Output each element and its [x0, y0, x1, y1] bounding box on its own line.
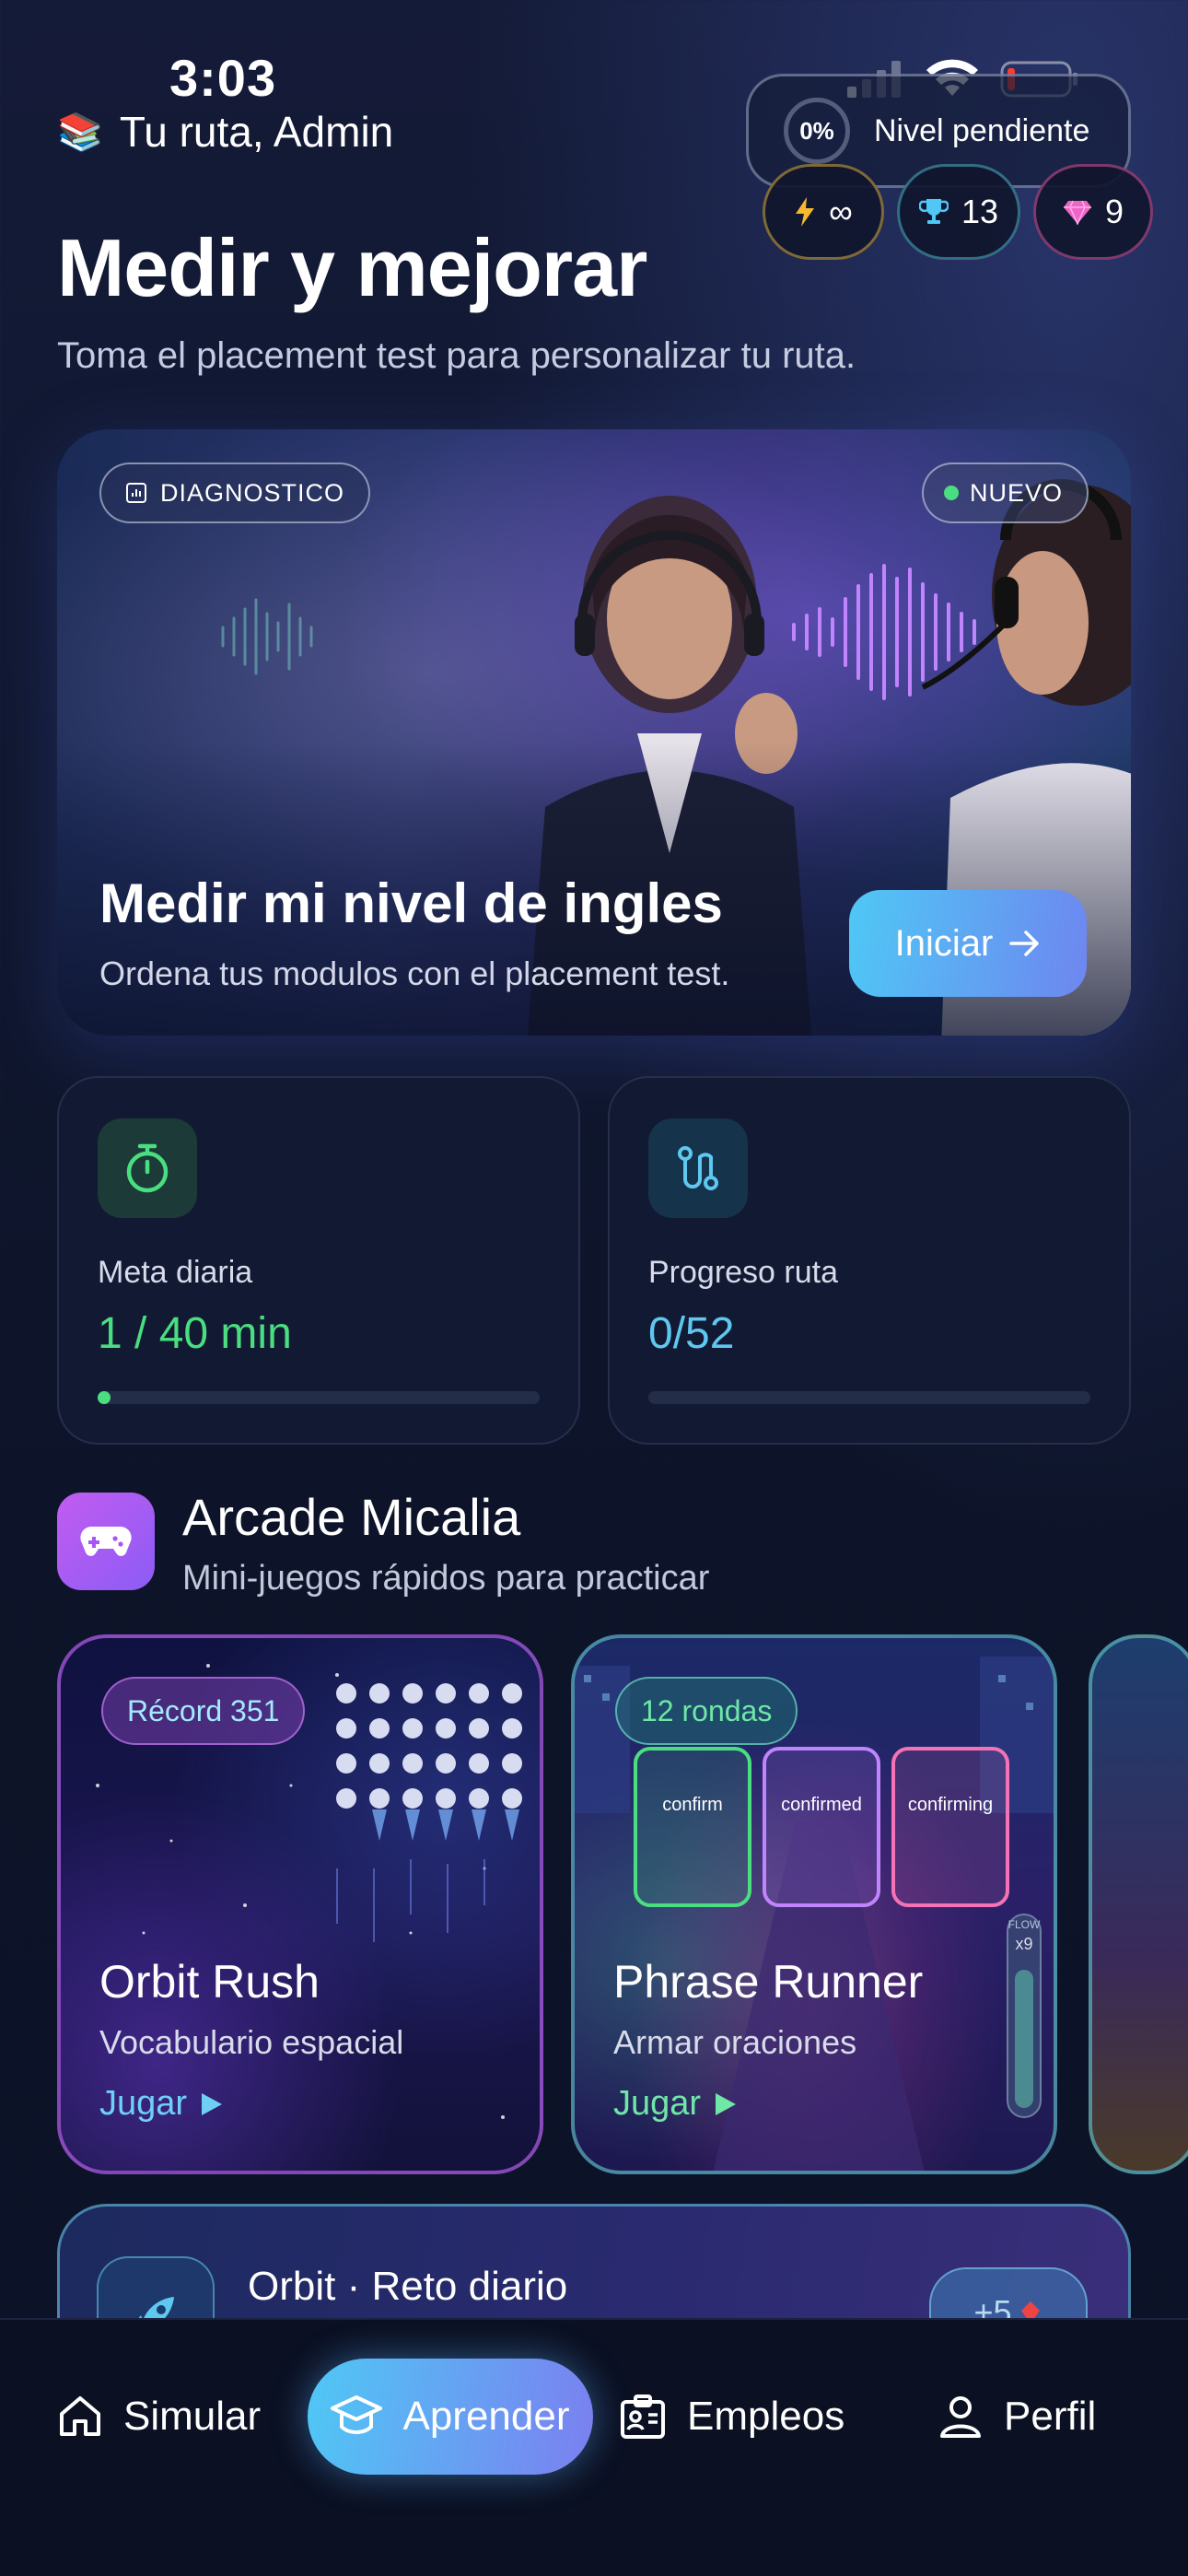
hero-subtitle: Ordena tus modulos con el placement test… — [99, 954, 730, 992]
play-button[interactable]: Jugar — [613, 2084, 738, 2124]
stats-chips: ∞ 13 9 — [763, 164, 1153, 260]
page-title: Medir y mejorar — [57, 222, 647, 313]
gamepad-icon — [57, 1493, 155, 1590]
game-title: Orbit Rush — [99, 1956, 320, 2008]
game-badge: Récord 351 — [101, 1677, 306, 1745]
flow-multiplier: x9 — [1015, 1935, 1033, 1953]
flow-label: FLOW — [1007, 1918, 1041, 1931]
diagnostic-tag: DIAGNOSTICO — [99, 463, 371, 523]
play-icon — [202, 2092, 223, 2115]
hero-title: Medir mi nivel de ingles — [99, 872, 723, 934]
invaders-illustration — [336, 1683, 522, 1841]
arrow-right-icon — [1009, 931, 1040, 956]
arcade-title: Arcade Micalia — [182, 1488, 521, 1546]
stopwatch-icon — [98, 1118, 197, 1218]
gem-icon — [1063, 200, 1091, 225]
daily-goal-card[interactable]: Meta diaria 1 / 40 min — [57, 1076, 580, 1445]
gems-chip[interactable]: 9 — [1033, 164, 1153, 260]
chart-icon — [126, 483, 146, 503]
play-icon — [716, 2092, 737, 2115]
game-card-phrase-runner[interactable]: confirm confirmed confirming FLOW x9 12 … — [571, 1634, 1057, 2174]
nav-label: Aprender — [402, 2394, 570, 2439]
daily-challenge-title: Orbit · Reto diario — [248, 2264, 568, 2309]
gems-value: 9 — [1104, 193, 1124, 230]
route-progress-track — [648, 1391, 1090, 1404]
nav-item-simular[interactable]: Simular — [57, 2359, 261, 2475]
home-icon — [60, 2396, 100, 2436]
lane-word: confirming — [907, 1795, 994, 1815]
trophy-icon — [918, 199, 949, 224]
game-title: Phrase Runner — [613, 1956, 924, 2008]
game-card-partial[interactable] — [1089, 1634, 1188, 2174]
briefcase-badge-icon — [621, 2395, 665, 2439]
streak-value: ∞ — [829, 193, 853, 230]
daily-goal-progress-track — [98, 1391, 540, 1404]
greeting: 📚 Tu ruta, Admin — [57, 107, 393, 157]
lane-word: confirmed — [781, 1795, 862, 1815]
nav-item-empleos[interactable]: Empleos — [619, 2359, 844, 2475]
nav-item-aprender[interactable]: Aprender — [308, 2359, 593, 2475]
start-button-label: Iniciar — [894, 922, 994, 964]
nav-label: Empleos — [687, 2394, 845, 2439]
placement-hero-card[interactable]: DIAGNOSTICO NUEVO Medir mi nivel de ingl… — [57, 429, 1131, 1036]
new-badge: NUEVO — [921, 463, 1089, 523]
diagnostic-tag-label: DIAGNOSTICO — [160, 478, 345, 507]
audio-wave-illustration-left — [221, 598, 313, 675]
route-progress-label: Progreso ruta — [648, 1255, 838, 1290]
graduation-cap-icon — [331, 2395, 383, 2434]
start-button[interactable]: Iniciar — [849, 890, 1087, 997]
daily-goal-label: Meta diaria — [98, 1255, 253, 1290]
lane-word: confirm — [662, 1795, 723, 1815]
game-subtitle: Vocabulario espacial — [99, 2023, 404, 2061]
route-progress-value: 0/52 — [648, 1309, 735, 1358]
trophies-value: 13 — [961, 193, 999, 230]
play-button[interactable]: Jugar — [99, 2084, 224, 2124]
greeting-text: Tu ruta, Admin — [119, 108, 394, 156]
page-subtitle: Toma el placement test para personalizar… — [57, 335, 856, 376]
play-label: Jugar — [99, 2084, 188, 2123]
streak-chip[interactable]: ∞ — [763, 164, 884, 260]
arcade-subtitle: Mini-juegos rápidos para practicar — [182, 1559, 710, 1598]
user-icon — [940, 2396, 981, 2438]
route-progress-card[interactable]: Progreso ruta 0/52 — [608, 1076, 1131, 1445]
daily-goal-progress-fill — [98, 1391, 111, 1404]
trophies-chip[interactable]: 13 — [897, 164, 1020, 260]
live-dot — [943, 486, 959, 500]
nav-item-perfil[interactable]: Perfil — [938, 2359, 1096, 2475]
nav-label: Perfil — [1004, 2394, 1097, 2439]
bolt-icon — [796, 197, 815, 227]
books-icon: 📚 — [57, 111, 103, 153]
nav-label: Simular — [123, 2394, 262, 2439]
new-badge-label: NUEVO — [969, 478, 1063, 507]
play-label: Jugar — [613, 2084, 702, 2123]
daily-goal-value: 1 / 40 min — [98, 1309, 292, 1358]
level-label: Nivel pendiente — [874, 112, 1090, 148]
level-progress-ring: 0% — [784, 98, 850, 164]
game-badge: 12 rondas — [615, 1677, 798, 1745]
status-time: 3:03 — [169, 49, 277, 107]
route-icon — [648, 1118, 748, 1218]
game-subtitle: Armar oraciones — [613, 2023, 857, 2061]
game-card-orbit-rush[interactable]: Récord 351 Orbit Rush Vocabulario espaci… — [57, 1634, 543, 2174]
